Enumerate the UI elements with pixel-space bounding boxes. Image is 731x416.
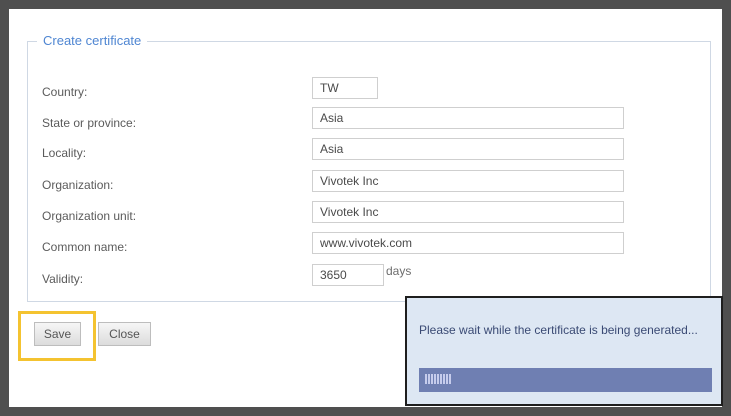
save-button-highlight: [18, 311, 96, 361]
organization-unit-input[interactable]: Vivotek Inc: [312, 201, 624, 223]
common-name-label: Common name:: [42, 240, 128, 254]
common-name-input[interactable]: www.vivotek.com: [312, 232, 624, 254]
progress-bar: [419, 368, 712, 392]
validity-label: Validity:: [42, 272, 84, 286]
certificate-generation-popup: Please wait while the certificate is bei…: [405, 296, 723, 406]
state-label: State or province:: [42, 116, 137, 130]
organization-input[interactable]: Vivotek Inc: [312, 170, 624, 192]
section-title: Create certificate: [37, 32, 148, 50]
country-label: Country:: [42, 85, 88, 99]
generation-message: Please wait while the certificate is bei…: [419, 323, 698, 337]
organization-unit-label: Organization unit:: [42, 209, 137, 223]
locality-label: Locality:: [42, 146, 87, 160]
close-button[interactable]: Close: [98, 322, 151, 346]
validity-input[interactable]: 3650: [312, 264, 384, 286]
organization-label: Organization:: [42, 178, 114, 192]
state-input[interactable]: Asia: [312, 107, 624, 129]
validity-unit-label: days: [386, 264, 412, 278]
country-input[interactable]: TW: [312, 77, 378, 99]
progress-bar-fill: [425, 374, 451, 384]
locality-input[interactable]: Asia: [312, 138, 624, 160]
